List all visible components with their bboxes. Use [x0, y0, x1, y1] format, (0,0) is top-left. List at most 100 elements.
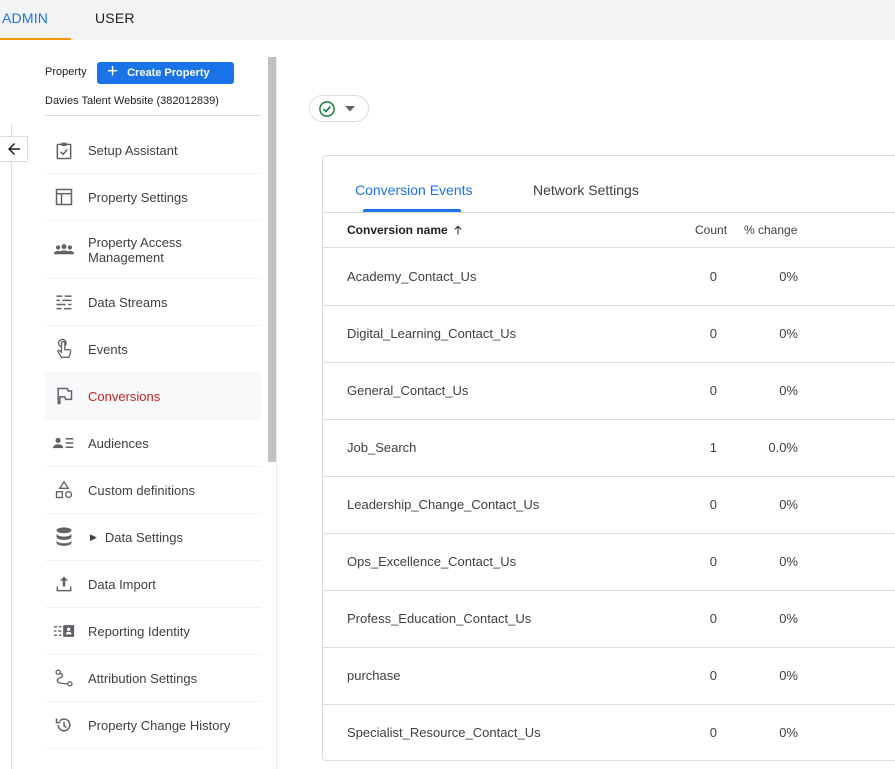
table-row[interactable]: Profess_Education_Contact_Us 0 0%	[323, 591, 895, 648]
sidebar-item-label: Attribution Settings	[88, 670, 198, 686]
back-button[interactable]	[0, 136, 28, 162]
table-row[interactable]: General_Contact_Us 0 0%	[323, 363, 895, 420]
tab-admin[interactable]: ADMIN	[0, 0, 71, 40]
sidebar-item-data-settings[interactable]: ▶ Data Settings	[45, 514, 261, 561]
data-streams-icon	[53, 291, 75, 313]
sidebar-item-label: Property Settings	[88, 189, 188, 205]
sidebar-item-custom-definitions[interactable]: Custom definitions	[45, 467, 261, 514]
caret-right-icon[interactable]: ▶	[90, 530, 97, 545]
conversion-name: Academy_Contact_Us	[347, 269, 477, 284]
layout-icon	[53, 186, 75, 208]
table-row[interactable]: Specialist_Resource_Contact_Us 0 0%	[323, 705, 895, 762]
column-header-change[interactable]: % change	[744, 223, 797, 237]
conversion-count: 0	[709, 554, 717, 569]
sidebar-item-label: Property Change History	[88, 717, 231, 733]
conversion-change: 0%	[779, 269, 798, 284]
check-circle-icon	[319, 100, 335, 117]
sidebar-item-setup-assistant[interactable]: Setup Assistant	[45, 128, 261, 174]
touch-icon	[53, 338, 75, 360]
conversion-count: 0	[709, 725, 717, 740]
sidebar-item-label: Property Access Management	[88, 234, 182, 265]
property-selector[interactable]: Davies Talent Website (382012839)	[45, 95, 261, 116]
conversions-card: Conversion Events Network Settings Conve…	[322, 155, 895, 761]
sidebar-item-property-access-management[interactable]: Property Access Management	[45, 221, 261, 279]
sidebar-divider	[276, 57, 277, 769]
arrow-up-icon	[454, 225, 462, 235]
conversion-change: 0%	[779, 497, 798, 512]
conversion-name: General_Contact_Us	[347, 383, 469, 398]
shapes-icon	[53, 479, 75, 501]
sidebar-item-audiences[interactable]: Audiences	[45, 420, 261, 467]
conversion-count: 0	[709, 383, 717, 398]
conversion-name: Specialist_Resource_Contact_Us	[347, 725, 541, 740]
attribution-icon	[53, 667, 75, 689]
conversion-change: 0%	[779, 725, 798, 740]
conversion-change: 0%	[779, 611, 798, 626]
conversion-change: 0%	[779, 383, 798, 398]
table-header: Conversion name Count % change	[323, 213, 895, 248]
sidebar-item-conversions[interactable]: Conversions	[45, 373, 261, 420]
table-row[interactable]: Job_Search 1 0.0%	[323, 420, 895, 477]
sidebar-item-label: Data Streams	[88, 294, 168, 310]
sidebar-item-label: Conversions	[88, 388, 161, 404]
conversion-change: 0%	[779, 326, 798, 341]
conversion-name: Digital_Learning_Contact_Us	[347, 326, 517, 341]
sidebar-item-attribution-settings[interactable]: Attribution Settings	[45, 655, 261, 702]
sidebar-item-events[interactable]: Events	[45, 326, 261, 373]
tab-conversion-events[interactable]: Conversion Events	[355, 182, 473, 198]
create-property-button[interactable]: + Create Property	[97, 62, 234, 84]
chevron-down-icon	[345, 105, 355, 111]
table-row[interactable]: Leadership_Change_Contact_Us 0 0%	[323, 477, 895, 534]
conversion-change: 0.0%	[768, 440, 798, 455]
tab-network-settings[interactable]: Network Settings	[533, 182, 639, 198]
table-row[interactable]: Academy_Contact_Us 0 0%	[323, 249, 895, 306]
conversion-count: 0	[709, 668, 717, 683]
column-header-conversion-name[interactable]: Conversion name	[347, 223, 464, 237]
conversion-count: 0	[709, 269, 717, 284]
sidebar-scrollbar[interactable]	[268, 57, 276, 462]
table-row[interactable]: Digital_Learning_Contact_Us 0 0%	[323, 306, 895, 363]
flag-icon	[53, 385, 75, 407]
sidebar-item-reporting-identity[interactable]: Reporting Identity	[45, 608, 261, 655]
sidebar-item-label: Events	[88, 341, 128, 357]
conversion-name: purchase	[347, 668, 401, 683]
data-settings-text: Data Settings	[104, 529, 183, 545]
upload-icon	[53, 573, 75, 595]
tab-user[interactable]: USER	[95, 0, 135, 40]
plus-icon: +	[107, 61, 119, 82]
database-icon	[53, 526, 75, 548]
sidebar-item-label: Reporting Identity	[88, 623, 190, 639]
people-icon	[53, 239, 75, 261]
audience-list-icon	[53, 432, 75, 454]
property-nav: Setup Assistant Property Settings Proper…	[45, 128, 261, 749]
conversion-change: 0%	[779, 554, 798, 569]
top-tab-bar: ADMIN USER	[0, 0, 895, 40]
arrow-back-icon	[7, 143, 20, 155]
reporting-identity-icon	[53, 620, 75, 642]
sidebar-item-data-streams[interactable]: Data Streams	[45, 279, 261, 326]
clipboard-check-icon	[53, 140, 75, 162]
sidebar-item-label: Setup Assistant	[88, 143, 178, 158]
table-row[interactable]: purchase 0 0%	[323, 648, 895, 705]
left-gutter-divider	[11, 124, 12, 769]
table-row[interactable]: Ops_Excellence_Contact_Us 0 0%	[323, 534, 895, 591]
create-property-label: Create Property	[127, 67, 210, 79]
conversion-name: Leadership_Change_Contact_Us	[347, 497, 540, 512]
sidebar-item-label: Custom definitions	[88, 482, 195, 498]
conversion-count: 0	[709, 497, 717, 512]
property-label: Property	[45, 66, 87, 78]
conversion-name: Profess_Education_Contact_Us	[347, 611, 532, 626]
sidebar-item-property-change-history[interactable]: Property Change History	[45, 702, 261, 749]
conversion-name: Ops_Excellence_Contact_Us	[347, 554, 517, 569]
column-header-label: Conversion name	[347, 223, 448, 237]
conversion-name: Job_Search	[347, 440, 417, 455]
conversion-change: 0%	[779, 668, 798, 683]
sidebar-item-data-import[interactable]: Data Import	[45, 561, 261, 608]
sidebar-item-label: Data Import	[88, 576, 156, 592]
column-header-count[interactable]: Count	[695, 223, 727, 237]
history-icon	[53, 714, 75, 736]
sidebar-item-label: Audiences	[88, 435, 149, 451]
sidebar-item-property-settings[interactable]: Property Settings	[45, 174, 261, 221]
conversion-count: 0	[709, 326, 717, 341]
data-status-dropdown[interactable]	[309, 95, 369, 122]
